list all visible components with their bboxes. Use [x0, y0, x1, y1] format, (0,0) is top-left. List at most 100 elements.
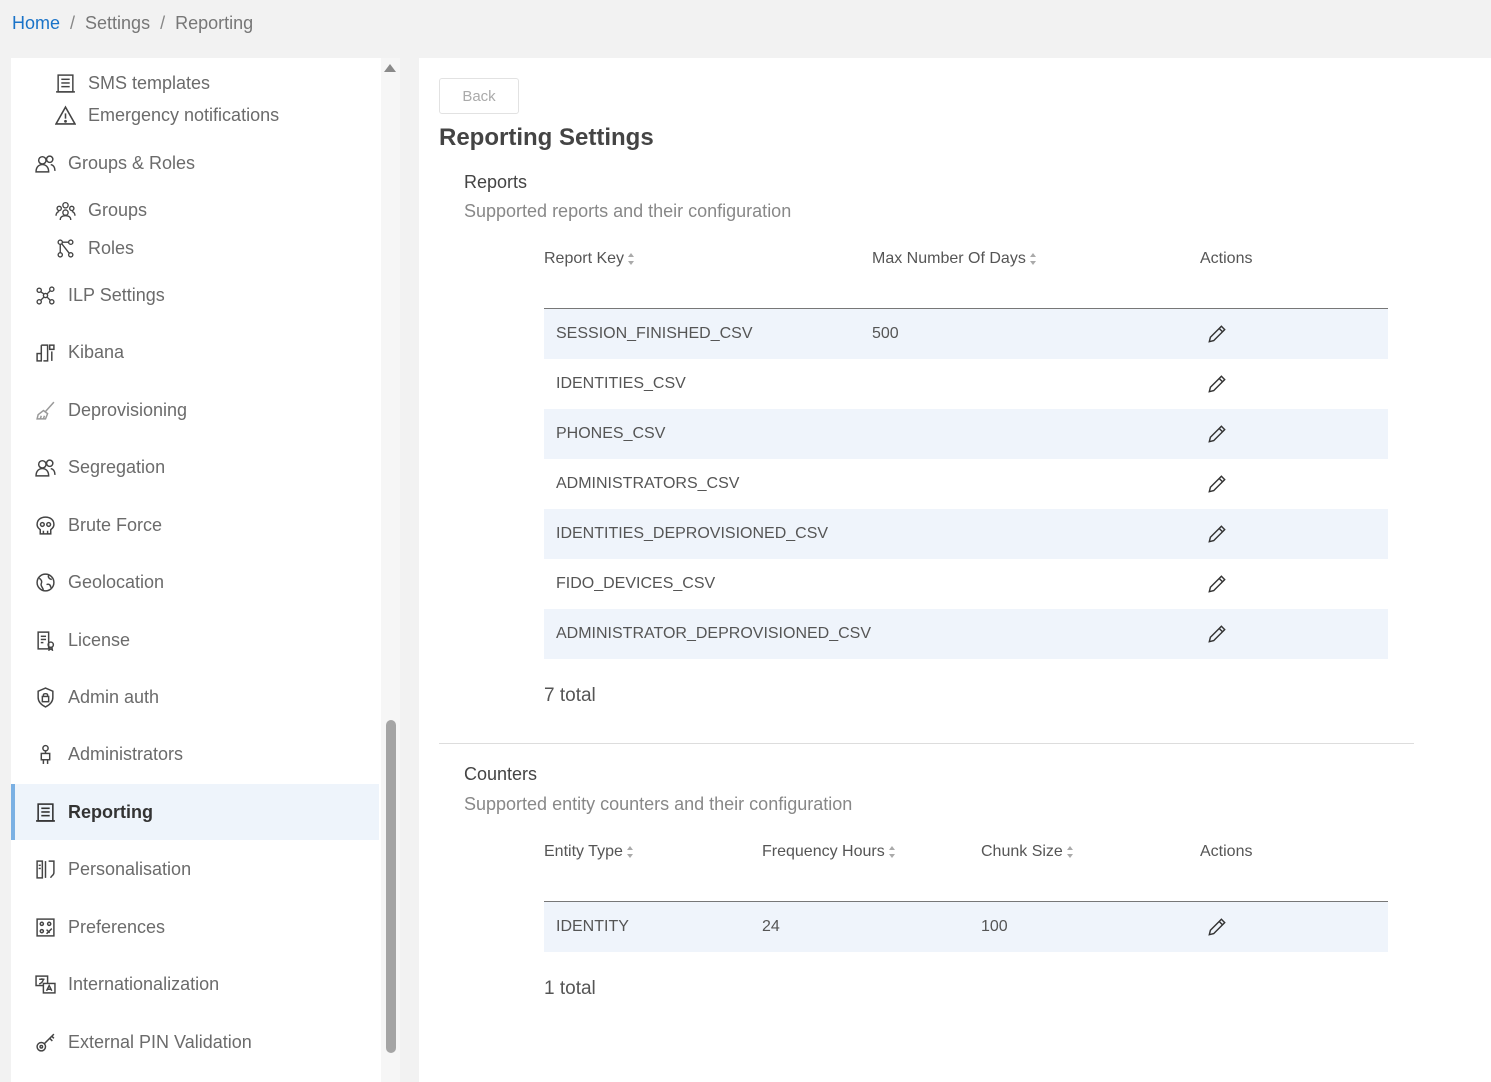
hierarchy-icon	[54, 237, 76, 259]
sidebar-item-kibana[interactable]: Kibana	[34, 333, 400, 371]
sort-icon[interactable]	[626, 846, 635, 858]
sidebar-item-segregation[interactable]: Segregation	[34, 448, 400, 486]
sidebar-item-emergency-notifications[interactable]: Emergency notifications	[54, 96, 400, 134]
report-icon	[34, 801, 56, 823]
sort-icon[interactable]	[888, 846, 897, 858]
table-row: PHONES_CSV	[544, 409, 1388, 459]
sidebar-item-label: Segregation	[68, 456, 166, 477]
section-divider	[439, 743, 1414, 744]
sort-icon[interactable]	[628, 253, 636, 265]
sidebar-item-ilp-settings[interactable]: ILP Settings	[34, 276, 400, 314]
group-icon	[54, 199, 76, 221]
breadcrumb-current: Reporting	[175, 12, 254, 33]
sidebar-item-groups-roles[interactable]: Groups & Roles	[34, 144, 400, 182]
column-header-report-key[interactable]: Report Key	[544, 248, 636, 270]
edit-pencil-icon[interactable]	[1206, 916, 1228, 938]
sidebar-item-label: Kibana	[68, 341, 125, 362]
column-header-label: Chunk Size	[981, 843, 1063, 860]
sidebar-item-external-pin-validation[interactable]: External PIN Validation	[34, 1023, 400, 1061]
back-button[interactable]: Back	[439, 78, 519, 114]
table-row: FIDO_DEVICES_CSV	[544, 559, 1388, 609]
sidebar-item-brute-force[interactable]: Brute Force	[34, 506, 400, 544]
breadcrumb-settings[interactable]: Settings	[85, 13, 150, 34]
column-header-label: Report Key	[544, 250, 625, 267]
edit-pencil-icon[interactable]	[1206, 373, 1228, 395]
sidebar-item-label: Roles	[88, 237, 135, 258]
scrollbar-thumb[interactable]	[386, 720, 396, 1053]
columns-icon	[34, 858, 56, 880]
main-panel: Back Reporting Settings Reports Supporte…	[419, 58, 1491, 1082]
edit-pencil-icon[interactable]	[1206, 623, 1228, 645]
sidebar-scrollbar[interactable]	[381, 58, 400, 1082]
edit-pencil-icon[interactable]	[1206, 323, 1228, 345]
sidebar-item-roles[interactable]: Roles	[54, 229, 400, 267]
column-header-max-days[interactable]: Max Number Of Days	[872, 248, 1038, 270]
license-icon	[34, 629, 56, 651]
sidebar-item-internationalization[interactable]: Internationalization	[34, 965, 400, 1003]
sidebar-item-label: Administrators	[68, 743, 184, 764]
counters-total: 1 total	[544, 978, 596, 999]
edit-pencil-icon[interactable]	[1206, 473, 1228, 495]
sidebar-item-label: Preferences	[68, 916, 166, 937]
sidebar-item-groups[interactable]: Groups	[54, 191, 400, 229]
sidebar-item-label: Personalisation	[68, 858, 192, 879]
column-header-entity-type[interactable]: Entity Type	[544, 841, 635, 863]
table-row: IDENTITY 24 100	[544, 902, 1388, 952]
frequency-hours-cell: 24	[762, 918, 780, 935]
report-key-cell: ADMINISTRATORS_CSV	[556, 475, 740, 492]
column-header-label: Entity Type	[544, 843, 623, 860]
report-key-cell: FIDO_DEVICES_CSV	[556, 575, 716, 592]
edit-pencil-icon[interactable]	[1206, 523, 1228, 545]
sidebar-item-label: License	[68, 629, 131, 650]
sidebar: SMS templates Emergency notifications Gr…	[11, 58, 400, 1082]
sidebar-item-label: Geolocation	[68, 571, 165, 592]
reports-section-description: Supported reports and their configuratio…	[464, 201, 792, 221]
column-header-chunk-size[interactable]: Chunk Size	[981, 841, 1075, 863]
report-key-cell: ADMINISTRATOR_DEPROVISIONED_CSV	[556, 625, 872, 642]
sidebar-item-label: Internationalization	[68, 973, 220, 994]
report-key-cell: PHONES_CSV	[556, 425, 666, 442]
breadcrumb: Home / Settings / Reporting	[12, 10, 253, 36]
key-icon	[34, 1031, 56, 1053]
edit-pencil-icon[interactable]	[1206, 573, 1228, 595]
scroll-up-arrow-icon[interactable]	[384, 64, 396, 72]
sidebar-item-deprovisioning[interactable]: Deprovisioning	[34, 391, 400, 429]
page-title: Reporting Settings	[439, 124, 654, 151]
entity-type-cell: IDENTITY	[556, 918, 629, 935]
column-header-frequency-hours[interactable]: Frequency Hours	[762, 841, 897, 863]
breadcrumb-separator: /	[70, 12, 76, 33]
column-header-label: Actions	[1200, 843, 1253, 860]
sidebar-item-geolocation[interactable]: Geolocation	[34, 563, 400, 601]
breadcrumb-home-link[interactable]: Home	[12, 13, 60, 34]
sidebar-item-reporting[interactable]: Reporting	[11, 784, 379, 840]
table-row: ADMINISTRATORS_CSV	[544, 459, 1388, 509]
reports-section-title: Reports	[464, 172, 528, 192]
users-icon	[34, 152, 56, 174]
preferences-icon	[34, 916, 56, 938]
breadcrumb-separator: /	[160, 12, 166, 33]
sidebar-item-personalisation[interactable]: Personalisation	[34, 850, 400, 888]
sidebar-item-label: Groups	[88, 199, 148, 220]
edit-pencil-icon[interactable]	[1206, 423, 1228, 445]
sidebar-item-administrators[interactable]: Administrators	[34, 735, 400, 773]
counters-section-title: Counters	[464, 764, 538, 784]
report-key-cell: SESSION_FINISHED_CSV	[556, 325, 753, 342]
column-header-label: Frequency Hours	[762, 843, 885, 860]
reports-table: Report Key Max Number Of Days Actions SE…	[544, 248, 1388, 659]
sort-icon[interactable]	[1029, 253, 1038, 265]
admin-icon	[34, 743, 56, 765]
table-row: IDENTITIES_CSV	[544, 359, 1388, 409]
report-key-cell: IDENTITIES_DEPROVISIONED_CSV	[556, 525, 829, 542]
column-header-label: Max Number Of Days	[872, 250, 1026, 267]
sidebar-item-admin-auth[interactable]: Admin auth	[34, 678, 400, 716]
sidebar-item-license[interactable]: License	[34, 621, 400, 659]
sidebar-item-label: ILP Settings	[68, 284, 165, 305]
reports-table-body: SESSION_FINISHED_CSV 500 IDENTITIES_CSV …	[544, 309, 1388, 659]
counters-section-description: Supported entity counters and their conf…	[464, 794, 853, 814]
sidebar-item-preferences[interactable]: Preferences	[34, 908, 400, 946]
kibana-icon	[34, 341, 56, 363]
reports-table-header: Report Key Max Number Of Days Actions	[544, 248, 1388, 298]
table-row: SESSION_FINISHED_CSV 500	[544, 309, 1388, 359]
chunk-size-cell: 100	[981, 918, 1008, 935]
sort-icon[interactable]	[1066, 846, 1075, 858]
